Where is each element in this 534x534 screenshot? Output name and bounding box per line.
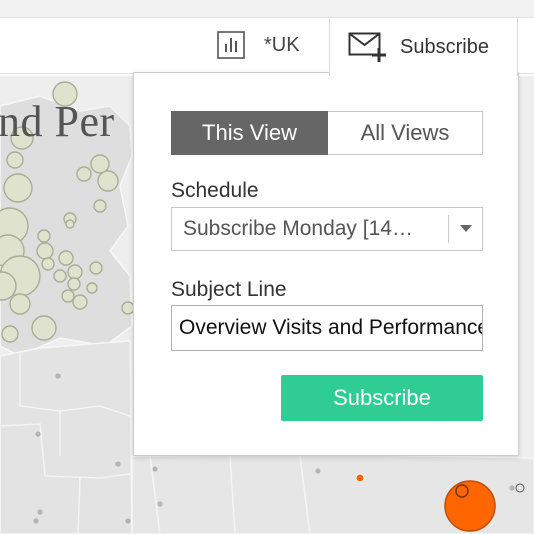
highlight-dot [355, 473, 365, 483]
map-bubble [93, 199, 107, 213]
dashboard-title: nd Per [0, 97, 115, 146]
subscribe-submit-button[interactable]: Subscribe [281, 375, 483, 421]
map-bubble [97, 170, 119, 192]
bar-chart-icon [217, 31, 245, 59]
map-dot [315, 468, 321, 474]
map-bubble [67, 277, 81, 291]
schedule-label: Schedule [171, 179, 259, 202]
subject-line-label: Subject Line [171, 278, 287, 301]
metrics-button[interactable]: *UK [216, 28, 300, 62]
map-bubble [90, 154, 110, 174]
map-bubble [72, 294, 88, 310]
metrics-label: *UK [264, 33, 300, 56]
tab-this-view[interactable]: This View [171, 111, 328, 155]
map-bubble [61, 289, 75, 303]
map-dot [55, 373, 61, 379]
schedule-dropdown[interactable]: Subscribe Monday [14… [171, 207, 483, 251]
map-bubble [31, 315, 57, 341]
map-dot [115, 461, 121, 467]
subscribe-toolbar-label: Subscribe [400, 35, 489, 58]
subscribe-toolbar-button[interactable]: Subscribe [329, 18, 518, 76]
map-bubble [1, 325, 19, 343]
map-dot [33, 518, 39, 524]
map-bubble [9, 293, 31, 315]
chevron-down-icon[interactable] [449, 225, 482, 233]
map-dot [152, 466, 158, 472]
map-bubble [58, 250, 74, 266]
map-bubble [41, 257, 55, 271]
map-dot [37, 509, 43, 515]
map-bubble [76, 166, 92, 182]
map-dot [509, 485, 515, 491]
map-bubble [67, 264, 83, 280]
map-bubble [65, 219, 75, 229]
map-bubble [3, 173, 33, 203]
map-dot [35, 431, 41, 437]
schedule-selected-value: Subscribe Monday [14… [183, 217, 413, 240]
highlight-bubble [444, 480, 496, 532]
envelope-plus-icon [348, 32, 386, 62]
map-dot [125, 518, 131, 524]
map-bubble [36, 242, 54, 260]
map-dot [157, 501, 163, 507]
view-scope-toggle: This View All Views [171, 111, 483, 155]
map-bubble [6, 151, 24, 169]
tab-all-views[interactable]: All Views [328, 111, 483, 155]
map-bubble [37, 229, 51, 243]
map-bubble [86, 282, 98, 294]
subscribe-dialog: This View All Views Schedule Subscribe M… [133, 72, 519, 456]
subject-line-input[interactable] [171, 305, 483, 351]
map-bubble [53, 269, 67, 283]
map-bubble [89, 261, 103, 275]
toolbar-top-strip [0, 0, 534, 18]
